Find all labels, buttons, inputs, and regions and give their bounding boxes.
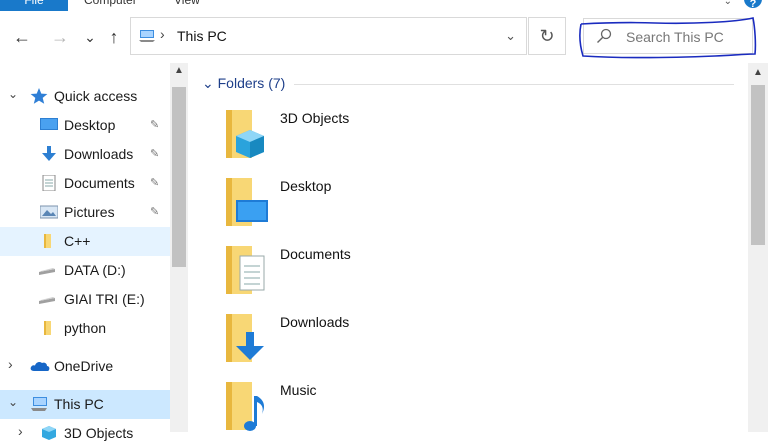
folder-label: Downloads xyxy=(280,314,350,330)
nav-item-python[interactable]: python xyxy=(0,314,170,343)
nav-label: Documents xyxy=(64,175,135,191)
folder-icon xyxy=(44,234,51,248)
help-icon[interactable]: ? xyxy=(744,0,762,10)
nav-item-3d-objects[interactable]: › 3D Objects xyxy=(0,419,170,448)
expand-icon[interactable]: › xyxy=(8,356,13,372)
expand-icon[interactable]: › xyxy=(18,423,23,439)
nav-item-giai-tri-drive[interactable]: GIAI TRI (E:) xyxy=(0,285,170,314)
folder-icon xyxy=(44,321,51,335)
nav-this-pc[interactable]: ⌄ This PC xyxy=(0,390,170,419)
folder-label: Documents xyxy=(280,246,351,262)
nav-label: C++ xyxy=(64,233,91,249)
nav-label: Downloads xyxy=(64,146,134,162)
ribbon: File Computer View ⌄ ? xyxy=(0,0,768,11)
refresh-button[interactable]: ↻ xyxy=(528,17,566,55)
collapse-group-icon[interactable]: ⌄ xyxy=(202,75,214,91)
nav-label: OneDrive xyxy=(54,358,114,374)
address-dropdown-icon[interactable]: ⌄ xyxy=(505,28,516,44)
scrollbar-thumb[interactable] xyxy=(751,85,765,245)
folder-tile-music[interactable]: Music xyxy=(220,382,470,446)
group-label: Folders (7) xyxy=(217,75,286,91)
folder-tile-desktop[interactable]: Desktop xyxy=(220,178,470,242)
tab-computer[interactable]: Computer xyxy=(84,0,137,11)
folder-tile-downloads[interactable]: Downloads xyxy=(220,314,470,378)
nav-label: GIAI TRI (E:) xyxy=(64,291,145,307)
nav-pane-scrollbar[interactable]: ▲ xyxy=(170,63,188,432)
nav-label: 3D Objects xyxy=(64,425,134,441)
nav-quick-access[interactable]: ⌄ Quick access xyxy=(0,82,170,111)
folder-label: Desktop xyxy=(280,178,332,194)
tab-file[interactable]: File xyxy=(0,0,68,11)
nav-label: Desktop xyxy=(64,117,116,133)
drive-icon xyxy=(39,297,55,304)
nav-label: python xyxy=(64,320,107,336)
up-button[interactable]: ↑ xyxy=(104,25,124,49)
expand-icon[interactable]: ⌄ xyxy=(8,395,18,409)
nav-item-documents[interactable]: Documents ✎ xyxy=(0,169,170,198)
folder-tile-3d-objects[interactable]: 3D Objects xyxy=(220,110,470,174)
pin-icon[interactable]: ✎ xyxy=(150,118,159,131)
search-box[interactable]: Search This PC xyxy=(583,18,753,54)
documents-icon xyxy=(42,175,56,191)
search-placeholder: Search This PC xyxy=(626,29,724,45)
onedrive-cloud-icon xyxy=(30,361,50,371)
documents-folder-icon xyxy=(226,246,265,294)
nav-item-pictures[interactable]: Pictures ✎ xyxy=(0,198,170,227)
navigation-pane: ⌄ Quick access Desktop ✎ Downloads ✎ Doc… xyxy=(0,63,188,441)
pin-icon[interactable]: ✎ xyxy=(150,205,159,218)
nav-label: This PC xyxy=(54,396,104,412)
content-scrollbar[interactable]: ▲ xyxy=(748,63,768,432)
nav-item-desktop[interactable]: Desktop ✎ xyxy=(0,111,170,140)
tab-view[interactable]: View xyxy=(174,0,200,11)
back-button[interactable]: ← xyxy=(12,25,32,49)
pictures-icon xyxy=(40,205,58,219)
search-icon xyxy=(597,28,612,43)
breadcrumb-separator[interactable]: › xyxy=(160,26,165,42)
content-pane: ⌄ Folders (7) 3D Objects Desktop Documen… xyxy=(188,63,748,432)
breadcrumb-this-pc[interactable]: This PC xyxy=(177,28,227,44)
folder-label: Music xyxy=(280,382,317,398)
pin-icon[interactable]: ✎ xyxy=(150,176,159,189)
nav-label: Quick access xyxy=(54,88,138,104)
music-folder-icon xyxy=(226,382,265,431)
pin-icon[interactable]: ✎ xyxy=(150,147,159,160)
recent-locations-button[interactable]: ⌄ xyxy=(80,25,100,49)
group-divider xyxy=(294,84,734,85)
3d-objects-folder-icon xyxy=(226,110,264,158)
scrollbar-thumb[interactable] xyxy=(172,87,186,267)
folder-label: 3D Objects xyxy=(280,110,350,126)
nav-item-data-drive[interactable]: DATA (D:) xyxy=(0,256,170,285)
this-pc-icon xyxy=(31,397,47,411)
downloads-icon xyxy=(42,146,56,161)
ribbon-collapse-icon[interactable]: ⌄ xyxy=(724,0,732,7)
drive-icon xyxy=(39,268,55,275)
desktop-icon xyxy=(40,118,58,130)
navigation-bar: ← → ⌄ ↑ › This PC ⌄ ↻ Search This PC xyxy=(0,11,768,63)
3d-objects-icon xyxy=(42,426,56,440)
nav-item-cpp[interactable]: C++ xyxy=(0,227,170,256)
this-pc-icon xyxy=(139,30,155,42)
star-icon xyxy=(30,88,48,104)
folders-group-header[interactable]: ⌄ Folders (7) xyxy=(202,75,285,92)
scroll-up-icon[interactable]: ▲ xyxy=(748,67,768,78)
nav-label: DATA (D:) xyxy=(64,262,126,278)
downloads-folder-icon xyxy=(226,314,264,362)
desktop-folder-icon xyxy=(226,178,268,226)
nav-item-downloads[interactable]: Downloads ✎ xyxy=(0,140,170,169)
address-bar[interactable]: › This PC ⌄ xyxy=(130,17,527,55)
nav-onedrive[interactable]: › OneDrive xyxy=(0,352,170,381)
folder-tile-documents[interactable]: Documents xyxy=(220,246,470,310)
scroll-up-icon[interactable]: ▲ xyxy=(170,65,188,76)
expand-icon[interactable]: ⌄ xyxy=(8,87,18,101)
nav-label: Pictures xyxy=(64,204,115,220)
forward-button[interactable]: → xyxy=(50,25,70,49)
